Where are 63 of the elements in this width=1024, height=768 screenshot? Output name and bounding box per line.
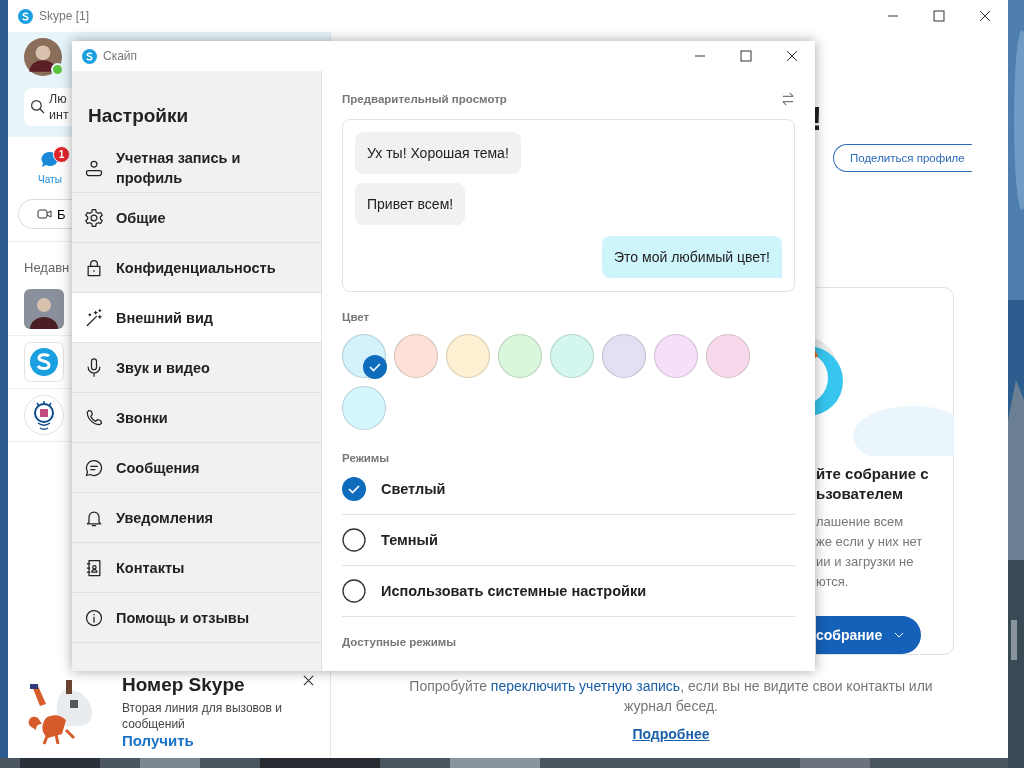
settings-menu-item[interactable]: Сообщения xyxy=(72,443,321,493)
get-link[interactable]: Получить xyxy=(122,732,194,749)
settings-heading: Настройки xyxy=(87,104,190,128)
skype-logo-icon xyxy=(82,48,97,64)
bot-icon[interactable] xyxy=(24,395,64,435)
card-text: лашение всем же если у них нет ии и загрузки не ются. xyxy=(816,513,924,591)
color-swatch[interactable] xyxy=(654,334,698,378)
chevron-down-icon xyxy=(894,632,905,638)
settings-menu-item[interactable]: Учетная запись и профиль xyxy=(72,143,321,193)
skype-logo-icon xyxy=(18,8,33,24)
menu-item-icon xyxy=(84,207,104,228)
preview-label: Предварительный просмотр xyxy=(342,93,507,105)
card-heading: йте собрание с ьзователем xyxy=(816,464,930,504)
radio-button[interactable] xyxy=(342,528,366,552)
radio-button[interactable] xyxy=(342,579,366,603)
message-bubble: Привет всем! xyxy=(355,183,466,225)
switch-account-hint: Попробуйте переключить учетную запись, если вы не видите свои контакты или журнал бесед. xyxy=(408,677,934,716)
search-icon xyxy=(30,99,46,115)
settings-menu-item[interactable]: Общие xyxy=(72,193,321,243)
settings-menu-item[interactable]: Звонки xyxy=(72,393,321,443)
window-title: Skype [1] xyxy=(39,9,90,23)
search-placeholder: Лю инт xyxy=(49,91,69,123)
message-bubble: Ух ты! Хорошая тема! xyxy=(355,132,521,174)
message-bubble: Это мой любимый цвет! xyxy=(602,236,782,278)
available-modes-label: Доступные режимы xyxy=(342,636,458,648)
mode-label: Темный xyxy=(381,532,438,548)
menu-item-icon xyxy=(84,457,104,478)
settings-menu-item[interactable]: Внешний вид xyxy=(72,293,321,343)
color-swatch[interactable] xyxy=(394,334,438,378)
avatar-icon[interactable] xyxy=(24,38,62,76)
settings-menu-item[interactable]: Уведомления xyxy=(72,493,321,543)
modes-label: Режимы xyxy=(342,452,391,464)
video-camera-icon xyxy=(37,207,53,221)
learn-more-link[interactable]: Подробнее xyxy=(632,726,710,742)
promo-title: Номер Skype xyxy=(122,674,246,696)
skype-logo-icon[interactable] xyxy=(24,342,64,382)
checkmark-icon xyxy=(363,355,387,379)
unread-badge: 1 xyxy=(53,146,70,163)
menu-item-icon xyxy=(84,307,104,328)
dialog-title: Скайп xyxy=(103,49,138,63)
color-swatch[interactable] xyxy=(602,334,646,378)
color-swatch[interactable] xyxy=(342,386,386,430)
contact-avatar-icon[interactable] xyxy=(24,289,64,329)
menu-item-icon xyxy=(84,607,104,628)
swap-arrows-icon[interactable] xyxy=(781,92,795,106)
chats-tab[interactable]: 1 Чаты xyxy=(26,143,74,189)
settings-menu-item[interactable]: Звук и видео xyxy=(72,343,321,393)
settings-menu-item[interactable]: Помощь и отзывы xyxy=(72,593,321,643)
mode-label: Использовать системные настройки xyxy=(381,583,647,599)
menu-item-icon xyxy=(84,407,104,428)
color-swatch[interactable] xyxy=(550,334,594,378)
radio-button[interactable] xyxy=(342,477,366,501)
color-swatch[interactable] xyxy=(446,334,490,378)
color-swatch[interactable] xyxy=(706,334,750,378)
color-swatch[interactable] xyxy=(498,334,542,378)
settings-menu-item[interactable]: Контакты xyxy=(72,543,321,593)
search-field[interactable]: Лю инт xyxy=(24,88,72,126)
color-swatch[interactable] xyxy=(342,334,386,378)
close-icon[interactable] xyxy=(303,675,314,686)
meeting-button[interactable]: собрание xyxy=(816,616,921,654)
mode-label: Светлый xyxy=(381,481,446,497)
promo-text: Вторая линия для вызовов и сообщений xyxy=(122,700,283,732)
color-label: Цвет xyxy=(342,311,371,323)
